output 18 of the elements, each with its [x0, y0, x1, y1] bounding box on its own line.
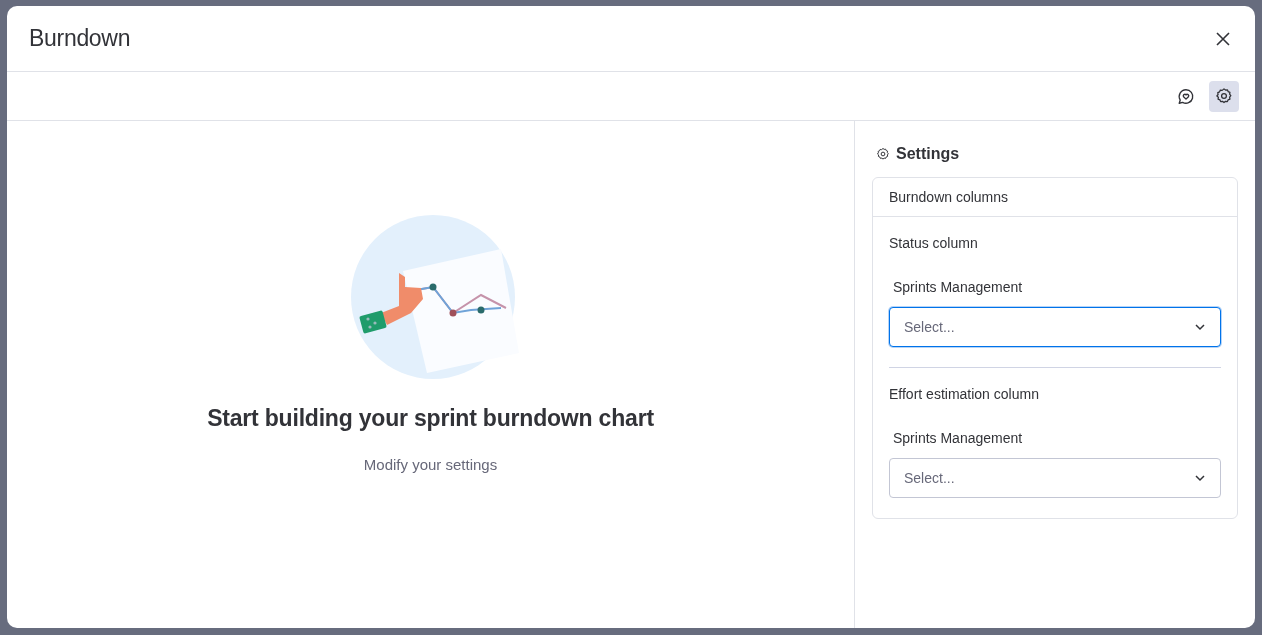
- settings-title: Settings: [896, 145, 960, 163]
- settings-button[interactable]: [1209, 80, 1239, 112]
- empty-state-title: Start building your sprint burndown chart: [207, 405, 654, 432]
- section-header: Burndown columns: [873, 178, 1237, 217]
- empty-state-subtitle: Modify your settings: [363, 456, 498, 473]
- settings-icon: [876, 147, 890, 161]
- settings-icon: [1215, 87, 1233, 105]
- chevron-down-icon: [1194, 323, 1206, 331]
- field-label: Status column: [889, 235, 979, 251]
- board-name: Sprints Management: [893, 430, 1024, 446]
- field-label: Effort estimation column: [889, 386, 1040, 402]
- board-name: Sprints Management: [893, 279, 1024, 295]
- chevron-down-icon: [1194, 474, 1206, 482]
- column-select[interactable]: Select...: [889, 458, 1221, 498]
- column-select[interactable]: Select...: [889, 307, 1221, 347]
- close-icon: [1215, 30, 1231, 47]
- speech-bubble-heart-icon: [1177, 86, 1195, 106]
- window-title: Burndown: [29, 25, 131, 52]
